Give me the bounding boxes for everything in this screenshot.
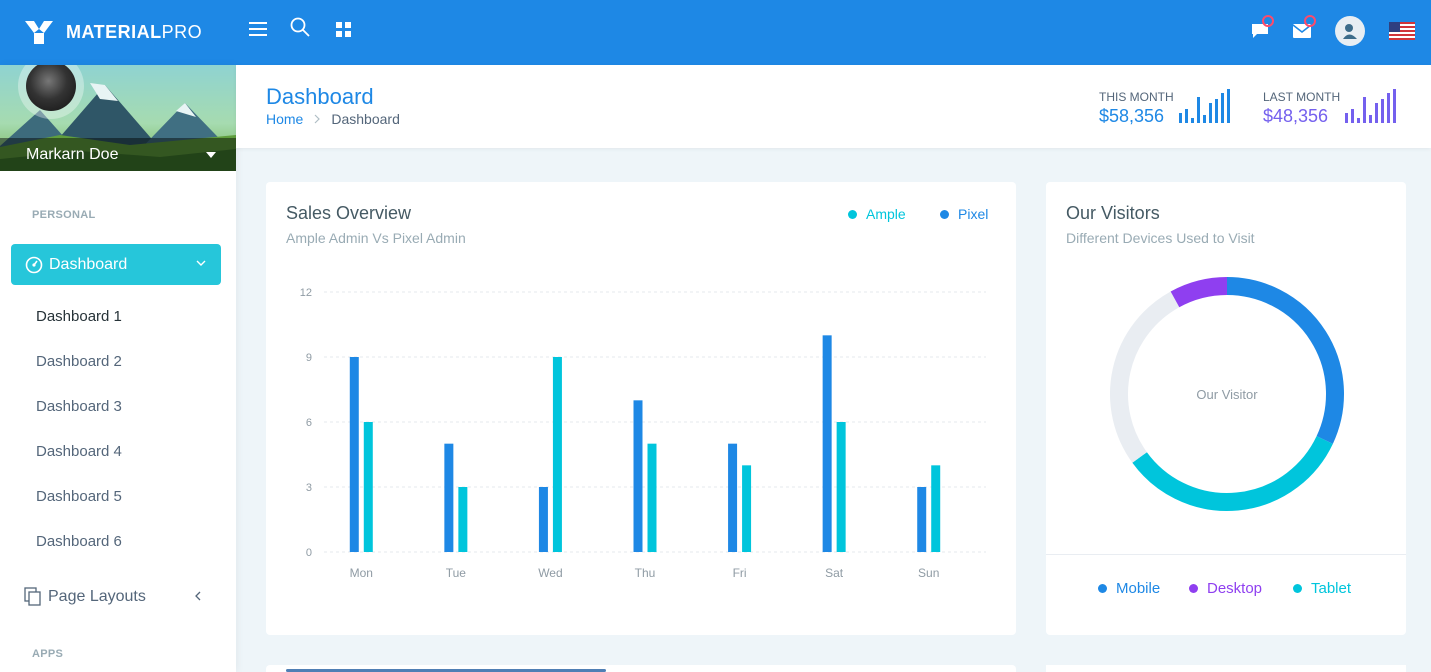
next-card-partial-2	[1046, 665, 1406, 672]
search-icon[interactable]	[289, 16, 311, 38]
bar-ample-fri[interactable]	[742, 465, 752, 552]
next-card-partial	[266, 665, 1016, 672]
sales-overview-card: Sales Overview Ample Admin Vs Pixel Admi…	[266, 182, 1016, 635]
sidebar-subitem-dashboard-2[interactable]: Dashboard 2	[36, 353, 122, 370]
caret-down-icon	[206, 152, 216, 158]
sidebar-subitem-dashboard-6[interactable]: Dashboard 6	[36, 533, 122, 550]
x-tick-label: Mon	[350, 566, 373, 580]
avatar	[1335, 16, 1365, 46]
legend-dot	[1293, 584, 1302, 593]
top-navbar: MATERIALPRO	[0, 0, 1431, 65]
card-divider	[1046, 554, 1406, 555]
us-flag-icon[interactable]	[1386, 15, 1418, 47]
bar-pixel-thu[interactable]	[633, 400, 643, 552]
copy-icon	[24, 587, 41, 606]
mail-icon[interactable]	[1286, 15, 1318, 47]
donut-slice-other[interactable]	[1110, 291, 1180, 463]
stat-last-month: LAST MONTH $48,356	[1263, 90, 1340, 127]
donut-slice-mobile[interactable]	[1226, 277, 1344, 444]
bar-ample-wed[interactable]	[552, 357, 562, 552]
user-profile-header: Markarn Doe	[0, 65, 236, 171]
legend-label: Desktop	[1207, 580, 1263, 597]
bar-ample-sat[interactable]	[836, 422, 846, 552]
left-sidebar: Markarn Doe PERSONAL Dashboard Dashboard…	[0, 65, 236, 672]
breadcrumb-current: Dashboard	[331, 111, 400, 127]
donut-slice-desktop[interactable]	[1170, 277, 1228, 308]
logo-icon	[25, 21, 53, 44]
bar-ample-tue[interactable]	[458, 487, 468, 552]
nav-caption-apps: APPS	[32, 648, 64, 660]
stat-value: $48,356	[1263, 106, 1329, 126]
donut-center-label: Our Visitor	[1196, 387, 1258, 402]
y-tick-label: 0	[306, 547, 312, 559]
sidebar-item-dashboard[interactable]: Dashboard	[11, 244, 221, 285]
bar-pixel-fri[interactable]	[728, 443, 738, 552]
bar-pixel-sun[interactable]	[917, 487, 927, 552]
bar-pixel-mon[interactable]	[349, 357, 359, 552]
chevron-left-icon	[195, 591, 201, 601]
brand-bold: MATERIAL	[66, 21, 162, 42]
notification-dot	[1304, 15, 1316, 27]
x-tick-label: Tue	[446, 566, 467, 580]
x-tick-label: Thu	[635, 566, 656, 580]
breadcrumb-home-link[interactable]: Home	[266, 111, 303, 127]
bar-pixel-sat[interactable]	[822, 335, 832, 552]
brand-light: PRO	[161, 21, 203, 42]
legend-dot	[1189, 584, 1198, 593]
brand-logo[interactable]: MATERIALPRO	[24, 17, 202, 47]
user-avatar-button[interactable]	[1334, 15, 1366, 47]
legend-tablet: Tablet	[1293, 580, 1351, 597]
visitors-card: Our Visitors Different Devices Used to V…	[1046, 182, 1406, 635]
sidebar-subitem-dashboard-1[interactable]: Dashboard 1	[36, 308, 122, 325]
sidebar-item-page-layouts[interactable]: Page Layouts	[24, 584, 214, 610]
y-tick-label: 9	[306, 352, 312, 364]
bar-ample-thu[interactable]	[647, 443, 657, 552]
apps-grid-icon[interactable]	[332, 18, 354, 40]
legend-label: Tablet	[1311, 580, 1352, 597]
sparkline-last-month	[1345, 87, 1396, 123]
profile-name: Markarn Doe	[26, 145, 119, 163]
legend-desktop: Desktop	[1189, 580, 1262, 597]
legend-label: Mobile	[1116, 580, 1161, 597]
x-tick-label: Sat	[825, 566, 844, 580]
bar-ample-sun[interactable]	[931, 465, 941, 552]
sidebar-item-label: Dashboard	[49, 255, 128, 273]
breadcrumb: Home Dashboard	[266, 111, 400, 127]
x-tick-label: Fri	[733, 566, 747, 580]
messages-icon[interactable]	[1244, 15, 1276, 47]
notification-dot	[1262, 15, 1274, 27]
chevron-down-icon	[196, 260, 206, 266]
sales-bar-chart: 0 3 6 9 12 Mon Tue Wed Thu Fri Sat Sun	[300, 287, 986, 580]
sidebar-subitem-dashboard-5[interactable]: Dashboard 5	[36, 488, 122, 505]
bar-ample-mon[interactable]	[363, 422, 373, 552]
profile-dropdown[interactable]: Markarn Doe	[0, 138, 236, 171]
stat-this-month: THIS MONTH $58,356	[1099, 90, 1174, 127]
donut-slice-tablet[interactable]	[1132, 436, 1333, 511]
nav-caption-personal: PERSONAL	[32, 209, 96, 221]
sidebar-item-label: Page Layouts	[48, 588, 146, 605]
x-tick-label: Sun	[918, 566, 939, 580]
y-tick-label: 12	[300, 287, 312, 299]
stat-value: $58,356	[1099, 106, 1165, 126]
menu-toggle-icon[interactable]	[247, 18, 269, 40]
y-tick-label: 6	[306, 417, 312, 429]
page-title-bar: Dashboard Home Dashboard THIS MONTH $58,…	[236, 65, 1431, 148]
y-tick-label: 3	[306, 482, 312, 494]
bar-pixel-wed[interactable]	[538, 487, 548, 552]
sidebar-subitem-dashboard-3[interactable]: Dashboard 3	[36, 398, 122, 415]
stat-label: THIS MONTH	[1099, 90, 1174, 104]
x-tick-label: Wed	[538, 566, 562, 580]
sidebar-subitem-dashboard-4[interactable]: Dashboard 4	[36, 443, 122, 460]
page-title: Dashboard	[266, 84, 374, 109]
chevron-right-icon	[314, 114, 321, 124]
sparkline-this-month	[1179, 87, 1230, 123]
legend-mobile: Mobile	[1098, 580, 1160, 597]
gauge-icon	[25, 256, 43, 273]
legend-dot	[1098, 584, 1107, 593]
bar-pixel-tue[interactable]	[444, 443, 454, 552]
stat-label: LAST MONTH	[1263, 90, 1341, 104]
visitors-donut-chart: Our Visitor	[1110, 277, 1344, 511]
